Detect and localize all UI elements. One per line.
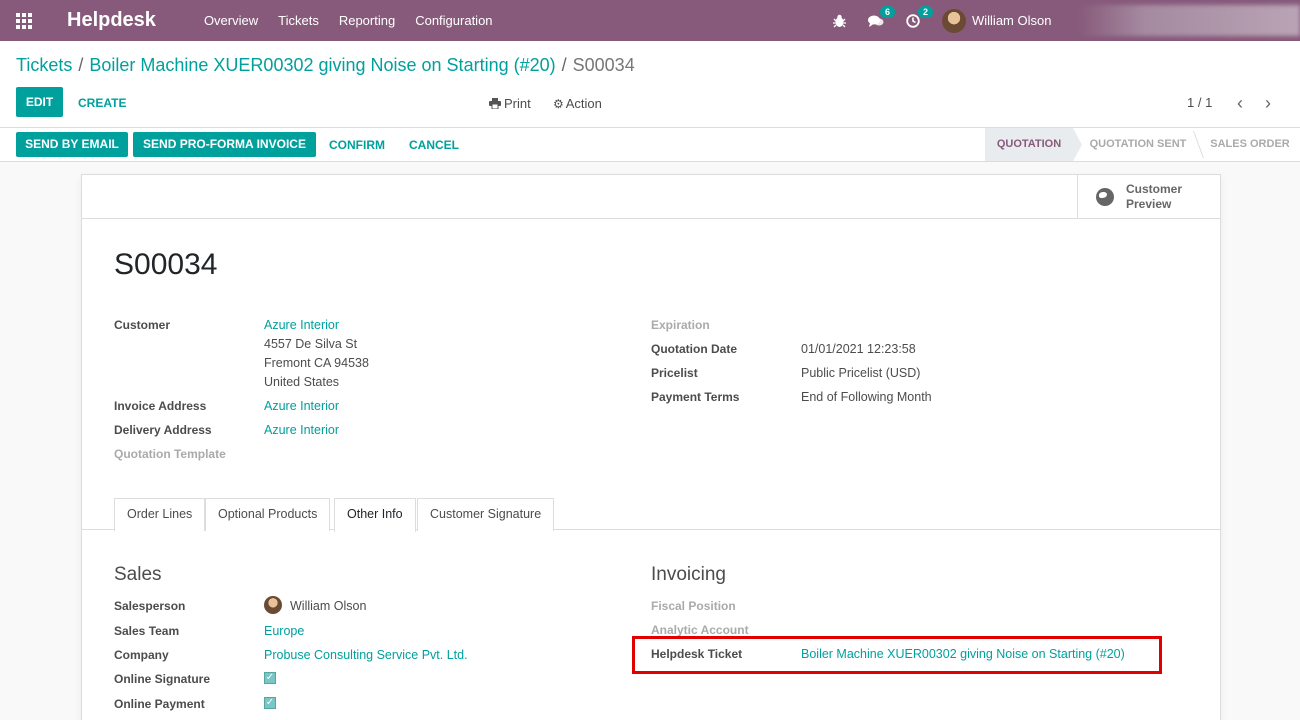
menu-configuration[interactable]: Configuration [415,13,492,28]
activities-clock-icon[interactable]: 2 [906,5,934,28]
customer-preview-label: Customer Preview [1126,182,1183,211]
customer-label: Customer [114,318,171,332]
print-dropdown[interactable]: Print [489,96,531,111]
record-title: S00034 [114,248,218,281]
app-brand[interactable]: Helpdesk [67,9,156,32]
messages-icon[interactable]: 6 [868,5,896,28]
salesperson-value[interactable]: William Olson [290,599,366,613]
action-dropdown[interactable]: ⚙ Action [553,96,602,111]
payment-terms-label: Payment Terms [651,390,740,404]
breadcrumb-ticket[interactable]: Boiler Machine XUER00302 giving Noise on… [89,55,555,75]
online-signature-checkbox: ✓ [264,672,276,684]
menu-tickets[interactable]: Tickets [278,13,319,28]
tab-optional-products[interactable]: Optional Products [205,498,331,531]
chevron-left-icon[interactable]: ‹ [1237,93,1243,114]
online-signature-label: Online Signature [114,672,211,686]
user-name[interactable]: William Olson [972,13,1051,28]
address-line-3: United States [264,375,340,389]
notebook-tabs: Order Lines Optional Products Other Info… [82,496,1220,532]
highlight-box [632,636,1162,674]
invoice-address-label: Invoice Address [114,399,207,413]
stage-quotation-sent[interactable]: QUOTATION SENT [1083,128,1193,161]
cancel-button[interactable]: CANCEL [409,138,459,152]
stage-quotation[interactable]: QUOTATION [985,128,1073,161]
apps-menu-icon[interactable] [16,12,32,29]
payment-terms-value: End of Following Month [801,390,932,404]
top-navbar: Helpdesk Overview Tickets Reporting Conf… [0,0,1300,41]
confirm-button[interactable]: CONFIRM [329,138,385,152]
send-proforma-button[interactable]: SEND PRO-FORMA INVOICE [133,132,316,157]
action-label: Action [565,96,602,111]
menu-overview[interactable]: Overview [204,13,258,28]
activities-badge: 2 [918,5,934,18]
pricelist-label: Pricelist [651,366,698,380]
customer-link[interactable]: Azure Interior [264,318,339,332]
breadcrumb: Tickets / Boiler Machine XUER00302 giving … [16,55,635,75]
stage-sales-order[interactable]: SALES ORDER [1205,128,1295,161]
company-link[interactable]: Probuse Consulting Service Pvt. Ltd. [264,648,468,662]
address-line-1: 4557 De Silva St [264,337,358,351]
sales-team-link[interactable]: Europe [264,624,304,638]
address-line-2: Fremont CA 94538 [264,356,369,370]
tab-customer-signature[interactable]: Customer Signature [417,498,555,531]
chevron-right-icon[interactable]: › [1265,93,1271,114]
control-panel: Tickets / Boiler Machine XUER00302 giving … [0,41,1300,128]
salesperson-label: Salesperson [114,599,186,613]
edit-button[interactable]: EDIT [16,87,63,117]
menu-reporting[interactable]: Reporting [339,13,395,28]
debug-bug-icon[interactable] [833,14,846,28]
create-button[interactable]: CREATE [78,96,126,110]
quotation-date-label: Quotation Date [651,342,737,356]
systray: 6 2 William Olson [833,0,1051,41]
sales-team-label: Sales Team [114,624,180,638]
online-payment-label: Online Payment [114,697,205,711]
stage-arrow [1073,128,1082,161]
tab-other-info[interactable]: Other Info [334,498,416,532]
gear-icon: ⚙ [553,97,564,111]
delivery-address-link[interactable]: Azure Interior [264,423,339,437]
pager-value[interactable]: 1 / 1 [1187,95,1212,110]
sales-section-title: Sales [114,564,162,585]
main-menu: Overview Tickets Reporting Configuration [204,13,513,28]
print-label: Print [504,96,531,111]
fiscal-position-label: Fiscal Position [651,599,736,613]
quotation-date-value: 01/01/2021 12:23:58 [801,342,916,356]
breadcrumb-tickets[interactable]: Tickets [16,55,72,75]
globe-icon [1096,188,1114,206]
salesperson-avatar [264,596,282,614]
tab-order-lines[interactable]: Order Lines [114,498,206,531]
company-label: Company [114,648,169,662]
invoicing-section-title: Invoicing [651,564,726,585]
print-icon [489,98,501,110]
quotation-template-label: Quotation Template [114,447,226,461]
statusbar: SEND BY EMAIL SEND PRO-FORMA INVOICE CON… [0,128,1300,162]
analytic-account-label: Analytic Account [651,623,749,637]
messages-badge: 6 [880,5,896,18]
invoice-address-link[interactable]: Azure Interior [264,399,339,413]
expiration-label: Expiration [651,318,710,332]
send-by-email-button[interactable]: SEND BY EMAIL [16,132,128,157]
delivery-address-label: Delivery Address [114,423,212,437]
breadcrumb-current: S00034 [572,55,635,75]
online-payment-checkbox: ✓ [264,697,276,709]
user-avatar[interactable] [942,8,966,33]
customer-preview-button[interactable]: Customer Preview [1077,175,1220,219]
pricelist-value: Public Pricelist (USD) [801,366,921,380]
button-box: Customer Preview [82,175,1220,219]
blurred-region [1078,5,1300,36]
